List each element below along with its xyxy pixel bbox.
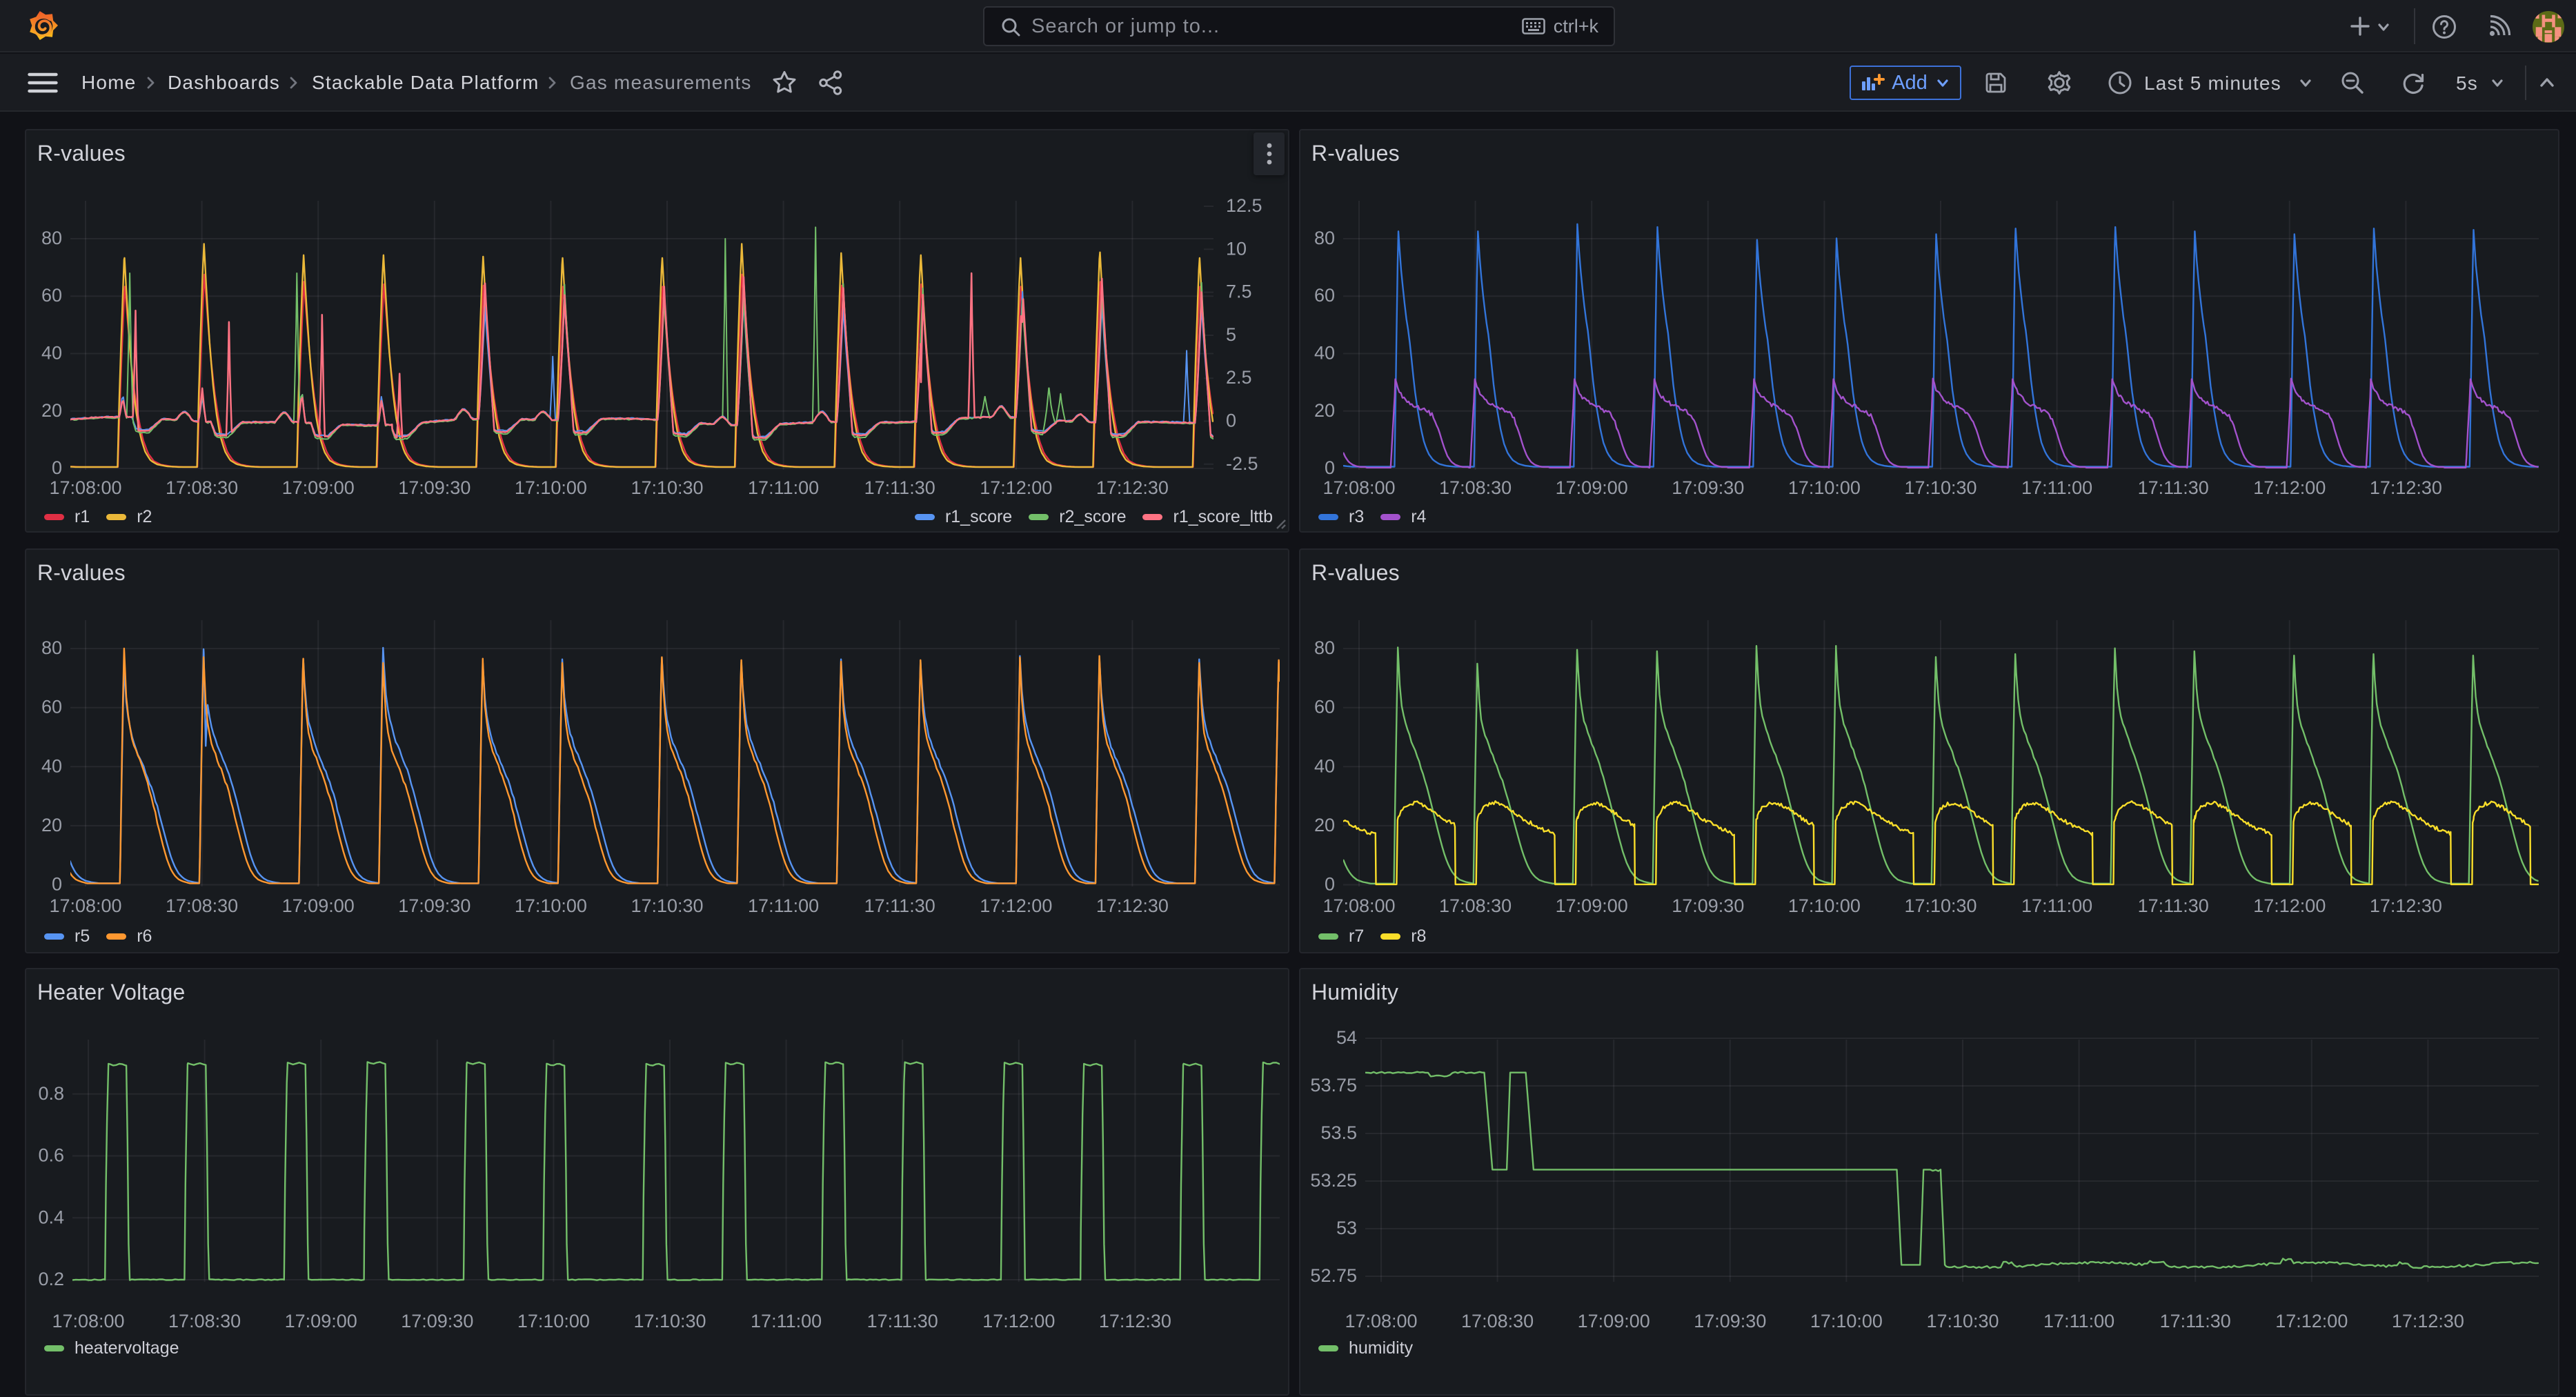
svg-text:40: 40 (1314, 755, 1335, 776)
svg-text:53.5: 53.5 (1320, 1122, 1357, 1143)
svg-text:53.75: 53.75 (1310, 1075, 1357, 1096)
svg-text:17:09:00: 17:09:00 (282, 477, 355, 498)
svg-text:17:09:30: 17:09:30 (1672, 895, 1744, 916)
svg-text:17:09:30: 17:09:30 (398, 477, 470, 498)
svg-text:20: 20 (41, 400, 62, 421)
svg-text:40: 40 (1314, 343, 1335, 364)
svg-text:20: 20 (1314, 815, 1335, 835)
svg-text:17:09:30: 17:09:30 (1694, 1311, 1766, 1331)
svg-text:17:11:00: 17:11:00 (2043, 1311, 2114, 1331)
svg-text:17:11:30: 17:11:30 (2160, 1311, 2231, 1331)
svg-text:17:12:30: 17:12:30 (2392, 1311, 2464, 1331)
svg-text:53: 53 (1336, 1218, 1357, 1238)
svg-text:17:09:00: 17:09:00 (1556, 895, 1628, 916)
svg-text:2.5: 2.5 (1226, 367, 1252, 388)
svg-text:17:11:30: 17:11:30 (864, 477, 935, 498)
svg-text:17:12:30: 17:12:30 (2370, 477, 2442, 498)
svg-text:17:08:00: 17:08:00 (52, 1311, 124, 1331)
svg-text:17:08:30: 17:08:30 (166, 895, 238, 916)
svg-text:17:12:30: 17:12:30 (1099, 1311, 1171, 1331)
svg-text:17:10:00: 17:10:00 (515, 477, 587, 498)
svg-text:80: 80 (41, 637, 62, 658)
svg-text:5: 5 (1226, 324, 1236, 345)
svg-text:17:08:00: 17:08:00 (49, 895, 121, 916)
svg-text:0: 0 (52, 457, 62, 478)
svg-text:17:08:30: 17:08:30 (1439, 895, 1512, 916)
svg-text:60: 60 (41, 285, 62, 306)
svg-text:17:08:30: 17:08:30 (1461, 1311, 1534, 1331)
svg-text:0.2: 0.2 (38, 1269, 64, 1289)
svg-text:-2.5: -2.5 (1226, 453, 1258, 474)
svg-text:17:09:00: 17:09:00 (1578, 1311, 1650, 1331)
svg-text:80: 80 (1314, 637, 1335, 658)
svg-text:0.8: 0.8 (38, 1083, 64, 1104)
svg-text:17:11:00: 17:11:00 (748, 895, 819, 916)
svg-text:12.5: 12.5 (1226, 195, 1262, 216)
svg-text:17:11:30: 17:11:30 (864, 895, 935, 916)
svg-text:17:10:00: 17:10:00 (1788, 477, 1861, 498)
svg-text:17:12:30: 17:12:30 (1096, 895, 1169, 916)
svg-text:80: 80 (1314, 228, 1335, 248)
svg-text:17:08:30: 17:08:30 (168, 1311, 241, 1331)
svg-text:17:10:30: 17:10:30 (633, 1311, 706, 1331)
svg-text:17:09:00: 17:09:00 (1556, 477, 1628, 498)
svg-text:17:11:00: 17:11:00 (751, 1311, 822, 1331)
svg-text:54: 54 (1336, 1027, 1357, 1048)
svg-text:17:11:30: 17:11:30 (2138, 477, 2209, 498)
svg-text:17:09:30: 17:09:30 (401, 1311, 473, 1331)
svg-text:0: 0 (1325, 874, 1335, 895)
svg-text:17:08:00: 17:08:00 (49, 477, 121, 498)
svg-text:17:10:30: 17:10:30 (631, 477, 703, 498)
svg-text:0: 0 (52, 874, 62, 895)
svg-text:17:09:30: 17:09:30 (1672, 477, 1744, 498)
svg-text:80: 80 (41, 228, 62, 248)
svg-text:0.6: 0.6 (38, 1145, 64, 1166)
svg-text:17:12:00: 17:12:00 (2253, 895, 2326, 916)
svg-text:17:12:00: 17:12:00 (980, 895, 1052, 916)
svg-text:0.4: 0.4 (38, 1207, 64, 1227)
svg-text:17:10:00: 17:10:00 (515, 895, 587, 916)
svg-text:60: 60 (1314, 697, 1335, 717)
svg-text:0: 0 (1325, 457, 1335, 478)
svg-text:17:10:30: 17:10:30 (631, 895, 703, 916)
svg-text:40: 40 (41, 755, 62, 776)
svg-text:40: 40 (41, 343, 62, 364)
svg-text:10: 10 (1226, 238, 1247, 259)
svg-text:17:12:00: 17:12:00 (980, 477, 1052, 498)
svg-text:53.25: 53.25 (1310, 1170, 1357, 1191)
svg-text:17:12:30: 17:12:30 (2370, 895, 2442, 916)
svg-text:7.5: 7.5 (1226, 281, 1252, 302)
svg-text:17:12:00: 17:12:00 (982, 1311, 1055, 1331)
svg-text:17:10:30: 17:10:30 (1904, 477, 1976, 498)
svg-text:20: 20 (1314, 400, 1335, 421)
svg-text:17:10:30: 17:10:30 (1904, 895, 1976, 916)
svg-text:52.75: 52.75 (1310, 1265, 1357, 1286)
svg-text:17:08:30: 17:08:30 (166, 477, 238, 498)
svg-text:17:11:00: 17:11:00 (2021, 895, 2092, 916)
svg-text:17:08:00: 17:08:00 (1322, 895, 1395, 916)
svg-text:17:10:00: 17:10:00 (1788, 895, 1861, 916)
svg-text:17:12:30: 17:12:30 (1096, 477, 1169, 498)
svg-text:17:09:30: 17:09:30 (398, 895, 470, 916)
svg-text:17:11:00: 17:11:00 (2021, 477, 2092, 498)
svg-text:0: 0 (1226, 410, 1236, 431)
svg-text:17:12:00: 17:12:00 (2253, 477, 2326, 498)
svg-text:60: 60 (41, 697, 62, 717)
svg-text:17:09:00: 17:09:00 (285, 1311, 357, 1331)
svg-text:17:11:30: 17:11:30 (867, 1311, 938, 1331)
svg-text:17:11:00: 17:11:00 (748, 477, 819, 498)
svg-text:17:08:00: 17:08:00 (1345, 1311, 1417, 1331)
svg-text:60: 60 (1314, 285, 1335, 306)
svg-text:17:10:00: 17:10:00 (1810, 1311, 1883, 1331)
svg-text:17:08:00: 17:08:00 (1322, 477, 1395, 498)
svg-text:17:10:00: 17:10:00 (517, 1311, 590, 1331)
svg-text:17:12:00: 17:12:00 (2275, 1311, 2348, 1331)
svg-text:17:09:00: 17:09:00 (282, 895, 355, 916)
svg-text:17:10:30: 17:10:30 (1926, 1311, 1999, 1331)
svg-text:17:11:30: 17:11:30 (2138, 895, 2209, 916)
svg-text:20: 20 (41, 815, 62, 835)
svg-text:17:08:30: 17:08:30 (1439, 477, 1512, 498)
